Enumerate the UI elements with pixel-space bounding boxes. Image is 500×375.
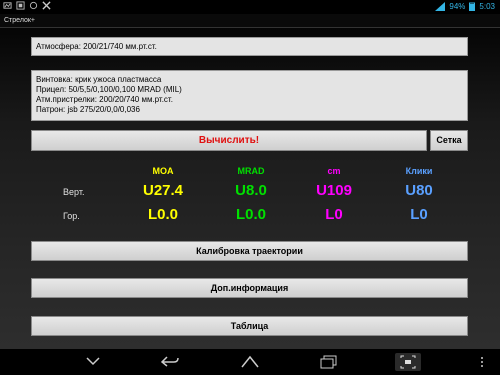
extra-info-button[interactable]: Доп.информация [31, 278, 468, 298]
rifle-line: Винтовка: крик ужоса пластмасса [36, 75, 162, 84]
sync-icon [29, 1, 38, 10]
hide-keyboard-icon[interactable] [85, 355, 101, 367]
screenshot-icon[interactable] [395, 353, 421, 371]
grid-button[interactable]: Сетка [430, 130, 468, 151]
battery-percent: 94% [449, 2, 466, 11]
navigation-bar [0, 349, 500, 375]
vertical-mrad: U8.0 [235, 182, 267, 199]
gallery-icon [16, 1, 25, 10]
vertical-cm: U109 [316, 182, 352, 199]
table-button[interactable]: Таблица [31, 316, 468, 336]
header-clicks: Клики [405, 166, 433, 176]
atmosphere-box[interactable]: Атмосфера: 200/21/740 мм.рт.ст. [31, 37, 468, 56]
status-right: 94% 5:03 [435, 2, 495, 11]
rifle-info-box[interactable]: Винтовка: крик ужоса пластмасса Прицел: … [31, 70, 468, 121]
zero-atmosphere-line: Атм.пристрелки: 200/20/740 мм.рт.ст. [36, 95, 173, 104]
horizontal-mrad: L0.0 [235, 206, 266, 223]
app-titlebar: Стрелок+ [0, 14, 500, 28]
image-icon [3, 2, 12, 9]
horizontal-clicks: L0 [410, 206, 428, 223]
atmosphere-text: Атмосфера: 200/21/740 мм.рт.ст. [36, 42, 157, 51]
recent-apps-icon[interactable] [320, 355, 338, 369]
status-bar: 94% 5:03 [0, 0, 500, 14]
horizontal-label: Гор. [63, 211, 80, 221]
battery-icon [469, 2, 476, 11]
header-moa: MOA [152, 166, 174, 176]
trajectory-calibration-button[interactable]: Калибровка траектории [31, 241, 468, 261]
cartridge-line: Патрон: jsb 275/20/0,0/0,036 [36, 105, 140, 114]
home-icon[interactable] [240, 355, 260, 369]
status-left-icons [3, 1, 51, 10]
menu-icon[interactable] [480, 356, 484, 368]
tools-icon [42, 1, 51, 10]
vertical-clicks: U80 [405, 182, 433, 199]
app-content: Атмосфера: 200/21/740 мм.рт.ст. Винтовка… [0, 28, 500, 349]
back-icon[interactable] [160, 355, 180, 369]
vertical-label: Верт. [63, 187, 85, 197]
horizontal-moa: L0.0 [147, 206, 178, 223]
horizontal-cm: L0 [325, 206, 343, 223]
clock: 5:03 [479, 2, 495, 11]
calculate-button[interactable]: Вычислить! [31, 130, 427, 151]
header-mrad: MRAD [237, 166, 265, 176]
scope-line: Прицел: 50/5,5/0,100/0,100 MRAD (MIL) [36, 85, 182, 94]
app-title: Стрелок+ [4, 17, 36, 24]
header-cm: cm [327, 166, 341, 176]
vertical-moa: U27.4 [142, 182, 184, 199]
signal-icon [435, 2, 446, 11]
